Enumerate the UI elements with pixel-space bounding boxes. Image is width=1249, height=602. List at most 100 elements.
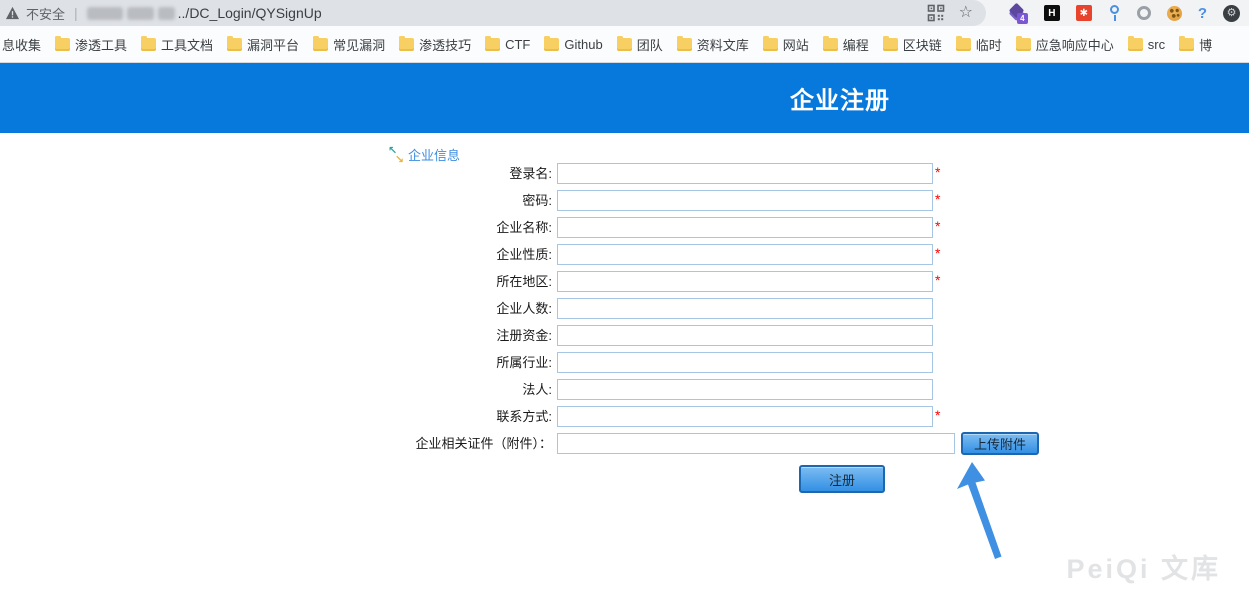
bookmark-item[interactable]: 资料文库 — [677, 35, 749, 54]
upload-attachment-button[interactable]: 上传附件 — [961, 432, 1039, 455]
folder-icon — [1128, 38, 1143, 51]
bookmark-label: 常见漏洞 — [333, 35, 385, 54]
redacted-domain — [87, 7, 175, 20]
watermark: PeiQi 文库 — [1066, 547, 1221, 586]
red-asterisk-extension-icon[interactable]: ✱ — [1076, 5, 1092, 21]
bookmark-item[interactable]: CTF — [485, 37, 530, 52]
form-rows: 登录名: * 密码: * 企业名称: * 企业性质: * 所在地区: * 企业人 — [0, 163, 1100, 460]
extension-badge: 4 — [1017, 13, 1028, 24]
bookmark-label: 临时 — [976, 35, 1002, 54]
folder-icon — [763, 38, 778, 51]
folder-icon — [823, 38, 838, 51]
field-input[interactable] — [557, 217, 933, 238]
field-label: 所在地区: — [0, 271, 552, 292]
bookmark-item[interactable]: 应急响应中心 — [1016, 35, 1114, 54]
attachment-input[interactable] — [557, 433, 955, 454]
bookmark-item[interactable]: 渗透工具 — [55, 35, 127, 54]
folder-icon — [617, 38, 632, 51]
register-button[interactable]: 注册 — [799, 465, 885, 493]
bookmark-item[interactable]: 工具文档 — [141, 35, 213, 54]
bookmark-item[interactable]: 临时 — [956, 35, 1002, 54]
bookmark-label: 资料文库 — [697, 35, 749, 54]
bookmark-item[interactable]: 区块链 — [883, 35, 942, 54]
field-input[interactable] — [557, 298, 933, 319]
gear-icon[interactable]: ⚙ — [1223, 5, 1240, 22]
field-label: 企业名称: — [0, 217, 552, 238]
form-row: 登录名: * — [0, 163, 1100, 190]
bookmark-item[interactable]: 息收集 — [2, 35, 41, 54]
bookmark-item[interactable]: Github — [544, 37, 602, 52]
company-info-link[interactable]: ↖↘ 企业信息 — [388, 145, 460, 164]
required-marker: * — [935, 406, 943, 425]
url-path[interactable]: ../DC_Login/QYSignUp — [178, 5, 322, 21]
bookmark-item[interactable]: src — [1128, 37, 1165, 52]
bookmark-star-icon[interactable]: ☆ — [959, 4, 973, 22]
form-row: 密码: * — [0, 190, 1100, 217]
expand-collapse-icon: ↖↘ — [388, 147, 404, 163]
field-input[interactable] — [557, 352, 933, 373]
bookmark-label: 漏洞平台 — [247, 35, 299, 54]
hackbar-extension-icon[interactable]: H — [1044, 5, 1060, 21]
bookmark-label: 团队 — [637, 35, 663, 54]
gray-ring-icon[interactable] — [1137, 6, 1151, 20]
field-input[interactable] — [557, 406, 933, 427]
field-label: 注册资金: — [0, 325, 552, 346]
field-input[interactable] — [557, 190, 933, 211]
help-question-icon[interactable]: ? — [1198, 5, 1207, 22]
required-marker: * — [935, 163, 943, 182]
bookmark-label: 工具文档 — [161, 35, 213, 54]
extensions-area: 4 H ✱ ? ⚙ — [1008, 0, 1249, 26]
bookmark-label: 博 — [1199, 35, 1212, 54]
bookmark-item[interactable]: 渗透技巧 — [399, 35, 471, 54]
bookmark-label: 渗透工具 — [75, 35, 127, 54]
field-input[interactable] — [557, 244, 933, 265]
bookmark-item[interactable]: 漏洞平台 — [227, 35, 299, 54]
wappalyzer-extension-icon[interactable]: 4 — [1008, 3, 1028, 23]
page-title: 企业注册 — [790, 81, 890, 116]
required-marker: * — [935, 217, 943, 236]
bookmark-item[interactable]: 编程 — [823, 35, 869, 54]
form-row: 所属行业: * — [0, 352, 1100, 379]
keyhole-pin-icon[interactable] — [1108, 4, 1121, 22]
field-label: 联系方式: — [0, 406, 552, 427]
bookmark-label: 息收集 — [2, 35, 41, 54]
folder-icon — [399, 38, 414, 51]
required-marker: * — [935, 244, 943, 263]
folder-icon — [55, 38, 70, 51]
bookmark-label: 网站 — [783, 35, 809, 54]
bookmark-item[interactable]: 网站 — [763, 35, 809, 54]
field-input[interactable] — [557, 379, 933, 400]
folder-icon — [956, 38, 971, 51]
field-label: 所属行业: — [0, 352, 552, 373]
folder-icon — [1179, 38, 1194, 51]
bookmark-label: 应急响应中心 — [1036, 35, 1114, 54]
required-marker: * — [935, 190, 943, 209]
bookmark-label: CTF — [505, 37, 530, 52]
form-row: 注册资金: * — [0, 325, 1100, 352]
form-row: 联系方式: * — [0, 406, 1100, 433]
address-bar[interactable]: 不安全 | ../DC_Login/QYSignUp ☆ — [0, 0, 986, 26]
bookmark-label: 渗透技巧 — [419, 35, 471, 54]
bookmark-label: Github — [564, 37, 602, 52]
field-label: 法人: — [0, 379, 552, 400]
cookie-icon[interactable] — [1167, 6, 1182, 21]
bookmarks-bar: 息收集 渗透工具 工具文档 漏洞平台 常见漏洞 渗透技巧 CTF Github … — [0, 26, 1249, 63]
field-label: 登录名: — [0, 163, 552, 184]
field-label: 企业人数: — [0, 298, 552, 319]
folder-icon — [883, 38, 898, 51]
bookmark-item[interactable]: 博 — [1179, 35, 1212, 54]
field-input[interactable] — [557, 163, 933, 184]
security-warning-label[interactable]: 不安全 — [26, 4, 65, 23]
folder-icon — [1016, 38, 1031, 51]
field-label: 密码: — [0, 190, 552, 211]
warning-triangle-icon — [5, 6, 20, 20]
bookmark-item[interactable]: 常见漏洞 — [313, 35, 385, 54]
annotation-arrow — [950, 455, 1020, 565]
bookmark-item[interactable]: 团队 — [617, 35, 663, 54]
attachment-row: 企业相关证件（附件）： 上传附件 — [0, 433, 1100, 460]
registration-form-page: ↖↘ 企业信息 登录名: * 密码: * 企业名称: * 企业性质: * — [0, 133, 1249, 602]
folder-icon — [485, 38, 500, 51]
qr-code-icon[interactable] — [927, 4, 945, 22]
field-input[interactable] — [557, 325, 933, 346]
field-input[interactable] — [557, 271, 933, 292]
